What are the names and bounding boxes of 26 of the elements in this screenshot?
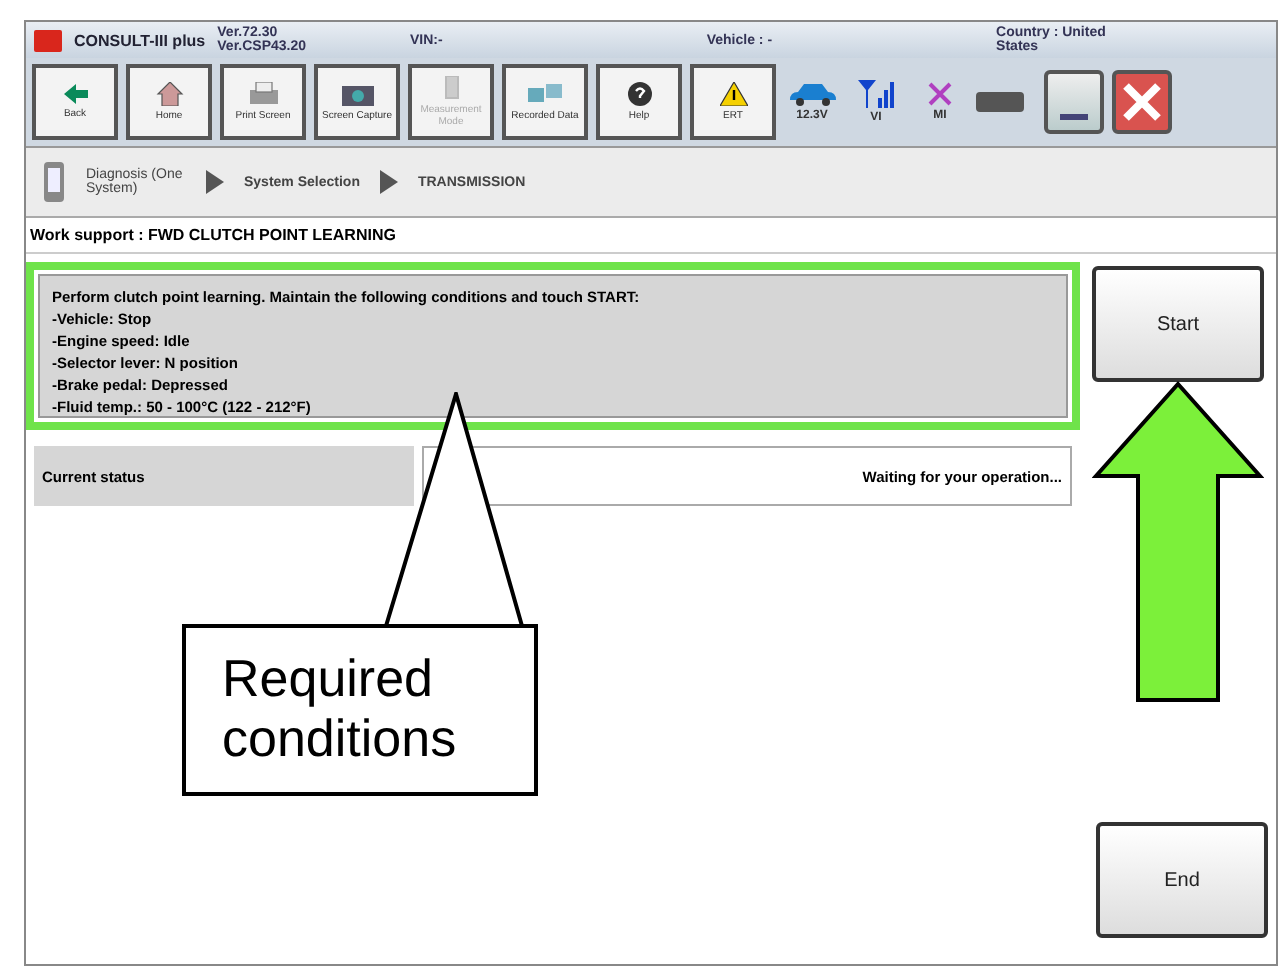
triangle-right-icon bbox=[206, 170, 224, 194]
device-icon bbox=[42, 160, 66, 204]
car-icon bbox=[786, 82, 838, 106]
warning-icon bbox=[719, 82, 747, 106]
arrow-up-icon bbox=[1092, 380, 1264, 704]
app-logo-icon bbox=[34, 29, 62, 51]
work-support-title: Work support : FWD CLUTCH POINT LEARNING bbox=[26, 218, 1276, 254]
start-button[interactable]: Start bbox=[1092, 266, 1264, 382]
close-icon bbox=[1122, 82, 1162, 122]
callout-text: Required conditions bbox=[182, 624, 538, 796]
minimize-icon bbox=[1060, 114, 1088, 120]
end-button[interactable]: End bbox=[1096, 822, 1268, 938]
device-icon bbox=[441, 76, 461, 100]
house-icon bbox=[155, 82, 183, 106]
help-icon bbox=[627, 82, 651, 106]
triangle-right-icon bbox=[379, 170, 398, 194]
signal-icon bbox=[858, 80, 894, 108]
battery-icon bbox=[976, 92, 1024, 112]
app-title: CONSULT-III plus bbox=[74, 31, 206, 49]
close-button[interactable] bbox=[1112, 70, 1172, 134]
cross-icon bbox=[928, 82, 952, 106]
camera-icon bbox=[341, 82, 373, 106]
minimize-button[interactable] bbox=[1044, 70, 1104, 134]
printer-icon bbox=[247, 82, 279, 106]
arrow-left-icon bbox=[63, 84, 87, 104]
folders-icon bbox=[527, 82, 563, 106]
